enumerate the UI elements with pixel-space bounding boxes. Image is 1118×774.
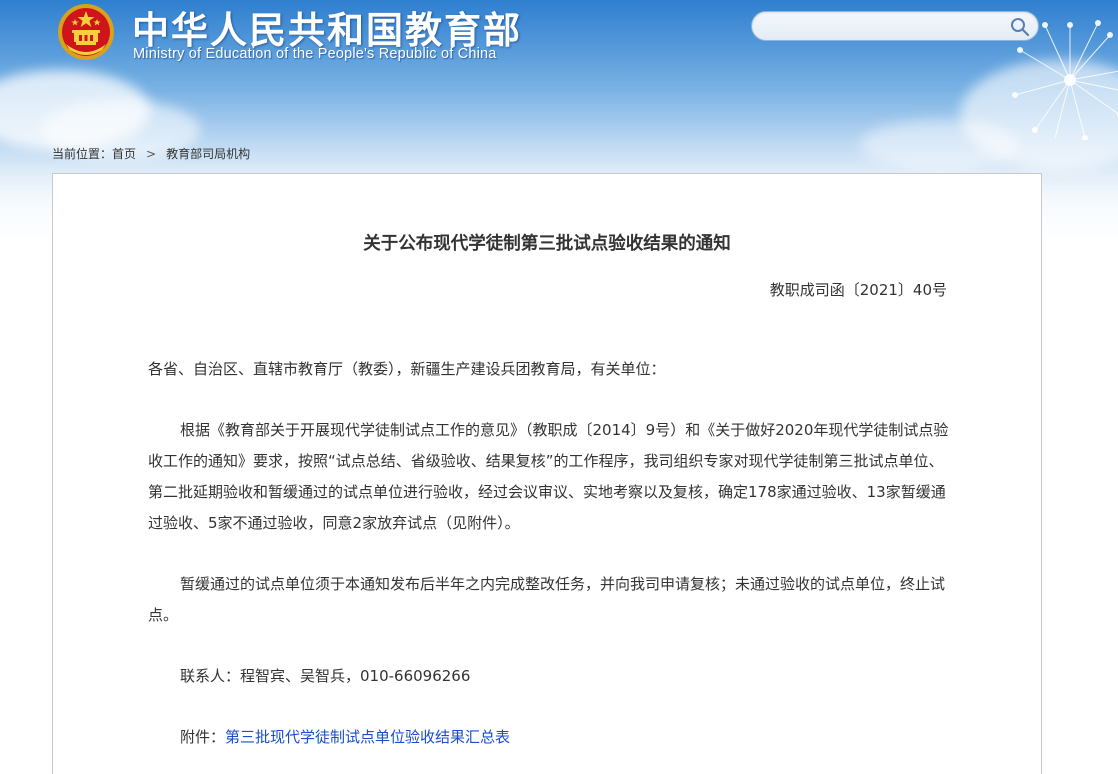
chevron-right-icon: > (146, 147, 157, 161)
document-greeting: 各省、自治区、直辖市教育厅（教委），新疆生产建设兵团教育局，有关单位： (148, 360, 666, 378)
site-subtitle: Ministry of Education of the People's Re… (133, 46, 497, 62)
breadcrumb-department-link[interactable]: 教育部司局机构 (166, 147, 250, 161)
breadcrumb-prefix: 当前位置： (52, 147, 113, 161)
document-title: 关于公布现代学徒制第三批试点验收结果的通知 (363, 234, 731, 254)
cloud-decoration (860, 120, 1020, 170)
search-icon[interactable] (1010, 17, 1030, 37)
document-contact: 联系人：程智宾、吴智兵，010-66096266 (180, 667, 471, 685)
search-input[interactable] (764, 16, 1008, 38)
search-box (751, 11, 1039, 41)
document-body: 各省、自治区、直辖市教育厅（教委），新疆生产建设兵团教育局，有关单位： 根据《教… (148, 354, 950, 774)
national-emblem-icon (58, 4, 114, 60)
document-attachment: 附件：第三批现代学徒制试点单位验收结果汇总表 (148, 722, 950, 753)
attachment-label: 附件： (180, 728, 226, 746)
breadcrumb-home-link[interactable]: 首页 (112, 147, 136, 161)
document-paragraph: 根据《教育部关于开展现代学徒制试点工作的意见》（教职成〔2014〕9号）和《关于… (148, 421, 949, 532)
breadcrumb: 当前位置：首页 > 教育部司局机构 (52, 145, 250, 162)
page: 中华人民共和国教育部 Ministry of Education of the … (0, 0, 1118, 774)
document-paragraph: 暂缓通过的试点单位须于本通知发布后半年之内完成整改任务，并向我司申请复核；未通过… (148, 575, 946, 624)
attachment-link[interactable]: 第三批现代学徒制试点单位验收结果汇总表 (225, 728, 510, 746)
article-panel: 关于公布现代学徒制第三批试点验收结果的通知 教职成司函〔2021〕40号 各省、… (52, 173, 1042, 774)
document-number: 教职成司函〔2021〕40号 (769, 281, 947, 299)
